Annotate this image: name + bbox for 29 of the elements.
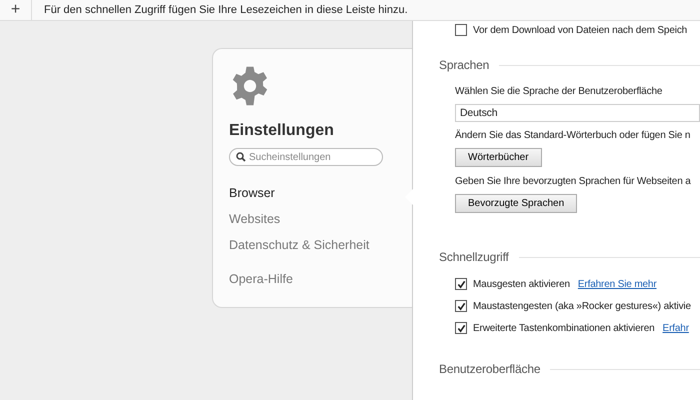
checkbox[interactable] — [455, 300, 467, 312]
settings-button[interactable]: Bevorzugte Sprachen — [455, 194, 578, 213]
settings-title: Einstellungen — [229, 122, 335, 140]
checkbox[interactable] — [455, 24, 467, 36]
section-title: Sprachen — [439, 58, 490, 72]
section-title: Schnellzugriff — [439, 250, 509, 264]
description-text: Wählen Sie die Sprache der Benutzeroberfläche — [455, 86, 662, 97]
checkbox[interactable] — [455, 322, 467, 334]
settings-button[interactable]: Wörterbücher — [455, 148, 542, 167]
learn-more-link[interactable]: Erfahr — [662, 322, 689, 334]
option-label: Erweiterte Tastenkombinationen aktivieren — [473, 322, 655, 334]
learn-more-link[interactable]: Erfahren Sie mehr — [578, 278, 657, 290]
language-select[interactable]: Deutsch — [455, 104, 700, 122]
sidebar-item[interactable]: Websites — [229, 212, 280, 226]
add-bookmark-button[interactable]: + — [0, 0, 32, 20]
bookmarks-hint: Für den schnellen Zugriff fügen Sie Ihre Lesezeichen in diese Leiste hinzu. — [44, 4, 408, 16]
option-label: Maustastengesten (aka »Rocker gestures«) aktivie — [473, 300, 691, 312]
search-icon — [236, 152, 246, 162]
description-text: Ändern Sie das Standard-Wörterbuch oder fügen Sie n — [455, 130, 690, 141]
option-label: Vor dem Download von Dateien nach dem Speich — [473, 24, 688, 36]
sidebar-item[interactable]: Datenschutz & Sicherheit — [229, 238, 370, 252]
sidebar-item[interactable]: Browser — [229, 186, 275, 200]
option-label: Mausgesten aktivieren — [473, 278, 570, 290]
search-input[interactable]: Sucheinstellungen — [249, 152, 369, 162]
search-field[interactable]: Sucheinstellungen — [229, 148, 383, 166]
help-link[interactable]: Opera-Hilfe — [229, 272, 293, 286]
section-title: Benutzeroberfläche — [439, 362, 540, 376]
checkbox[interactable] — [455, 278, 467, 290]
description-text: Geben Sie Ihre bevorzugten Sprachen für Webseiten a — [455, 176, 691, 187]
